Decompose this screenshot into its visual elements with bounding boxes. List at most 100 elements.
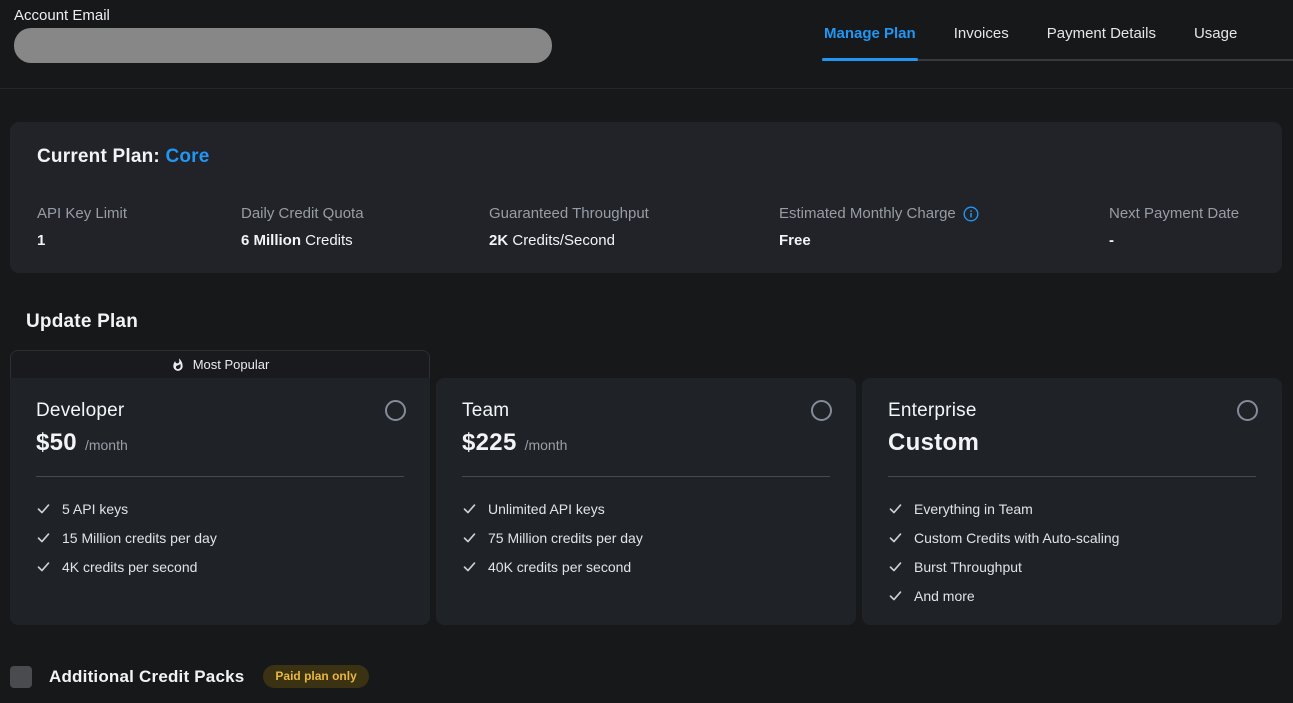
stat-value-suffix: Credits/Second	[508, 232, 615, 249]
plan-column-team: Team $225 /month Unlimited API keys 75 M…	[436, 350, 856, 625]
check-icon	[462, 530, 477, 545]
plan-feature-item: 15 Million credits per day	[36, 523, 404, 552]
tab-payment-details[interactable]: Payment Details	[1045, 0, 1158, 59]
plan-feature-text: Everything in Team	[914, 501, 1033, 517]
tab-invoices[interactable]: Invoices	[952, 0, 1011, 59]
stat-label-text: Next Payment Date	[1109, 205, 1239, 222]
plan-price-row: Custom	[888, 429, 1256, 457]
stat-label: Estimated Monthly Charge	[779, 205, 1109, 222]
current-plan-title-prefix: Current Plan:	[37, 146, 165, 167]
credit-packs-checkbox[interactable]	[10, 666, 32, 688]
plan-price: $225	[462, 429, 517, 457]
plan-price: Custom	[888, 429, 979, 457]
stat-value-strong: 6 Million	[241, 232, 301, 249]
plan-radio-button[interactable]	[1237, 400, 1258, 421]
check-icon	[888, 501, 903, 516]
stat-label: API Key Limit	[37, 205, 241, 222]
credit-packs-label: Additional Credit Packs	[49, 667, 244, 687]
plan-period: /month	[85, 437, 128, 453]
plan-feature-item: 4K credits per second	[36, 552, 404, 581]
stat-value: 1	[37, 232, 241, 249]
plan-card[interactable]: Developer $50 /month 5 API keys 15 Milli…	[10, 378, 430, 625]
plan-name: Team	[462, 400, 830, 422]
check-icon	[888, 559, 903, 574]
tab-usage[interactable]: Usage	[1192, 0, 1239, 59]
plan-feature-text: Unlimited API keys	[488, 501, 605, 517]
stat-label-text: Daily Credit Quota	[241, 205, 364, 222]
current-plan-stat: Estimated Monthly Charge Free	[779, 205, 1109, 249]
plan-name: Enterprise	[888, 400, 1256, 422]
plan-features-list: 5 API keys 15 Million credits per day 4K…	[36, 494, 404, 581]
plan-feature-text: 4K credits per second	[62, 559, 197, 575]
current-plan-card: Current Plan: Core API Key Limit 1 Daily…	[10, 122, 1282, 273]
plan-feature-item: Unlimited API keys	[462, 494, 830, 523]
check-icon	[36, 501, 51, 516]
check-icon	[462, 501, 477, 516]
plan-price-row: $225 /month	[462, 429, 830, 457]
plan-card[interactable]: Team $225 /month Unlimited API keys 75 M…	[436, 378, 856, 625]
account-email-label: Account Email	[14, 7, 552, 24]
check-icon	[462, 559, 477, 574]
stat-value: 2K Credits/Second	[489, 232, 779, 249]
stat-label: Next Payment Date	[1109, 205, 1239, 222]
plan-feature-text: 40K credits per second	[488, 559, 631, 575]
plan-feature-item: And more	[888, 581, 1256, 610]
account-email-input[interactable]	[14, 28, 552, 63]
plan-price: $50	[36, 429, 77, 457]
plan-column-developer: Most Popular Developer $50 /month 5 API …	[10, 350, 430, 625]
stat-value-strong: Free	[779, 232, 811, 249]
plan-price-row: $50 /month	[36, 429, 404, 457]
plan-feature-text: 75 Million credits per day	[488, 530, 643, 546]
plan-feature-text: And more	[914, 588, 975, 604]
plan-features-list: Everything in Team Custom Credits with A…	[888, 494, 1256, 610]
plan-feature-item: 5 API keys	[36, 494, 404, 523]
most-popular-label: Most Popular	[193, 357, 270, 372]
current-plan-title: Current Plan: Core	[37, 146, 1255, 168]
stat-value: -	[1109, 232, 1239, 249]
current-plan-stat: Daily Credit Quota 6 Million Credits	[241, 205, 489, 249]
stat-label: Daily Credit Quota	[241, 205, 489, 222]
plan-feature-item: 75 Million credits per day	[462, 523, 830, 552]
check-icon	[36, 559, 51, 574]
stat-label-text: Estimated Monthly Charge	[779, 205, 956, 222]
stat-value-strong: 2K	[489, 232, 508, 249]
stat-label: Guaranteed Throughput	[489, 205, 779, 222]
check-icon	[36, 530, 51, 545]
check-icon	[888, 530, 903, 545]
plan-column-enterprise: Enterprise Custom Everything in Team Cus…	[862, 350, 1282, 625]
stat-value: 6 Million Credits	[241, 232, 489, 249]
plan-divider	[36, 476, 404, 477]
current-plan-stat: API Key Limit 1	[37, 205, 241, 249]
header: Account Email Manage Plan Invoices Payme…	[0, 0, 1293, 89]
plan-period: /month	[525, 437, 568, 453]
credit-packs-row: Additional Credit Packs Paid plan only	[10, 665, 1293, 688]
current-plan-stat: Next Payment Date -	[1109, 205, 1239, 249]
plan-name: Developer	[36, 400, 404, 422]
plan-feature-text: 5 API keys	[62, 501, 128, 517]
account-email-block: Account Email	[14, 7, 552, 63]
plan-divider	[888, 476, 1256, 477]
stat-value-suffix: Credits	[301, 232, 353, 249]
stat-value-strong: 1	[37, 232, 45, 249]
tab-bar: Manage Plan Invoices Payment Details Usa…	[822, 0, 1293, 61]
plan-feature-item: Everything in Team	[888, 494, 1256, 523]
plan-feature-text: Custom Credits with Auto-scaling	[914, 530, 1119, 546]
plan-divider	[462, 476, 830, 477]
update-plan-heading: Update Plan	[26, 311, 1293, 333]
flame-icon	[171, 358, 185, 372]
current-plan-stat: Guaranteed Throughput 2K Credits/Second	[489, 205, 779, 249]
current-plan-stats: API Key Limit 1 Daily Credit Quota 6 Mil…	[37, 205, 1255, 249]
tab-manage-plan[interactable]: Manage Plan	[822, 0, 918, 59]
plan-feature-text: 15 Million credits per day	[62, 530, 217, 546]
plan-feature-text: Burst Throughput	[914, 559, 1022, 575]
plan-feature-item: Custom Credits with Auto-scaling	[888, 523, 1256, 552]
plan-card[interactable]: Enterprise Custom Everything in Team Cus…	[862, 378, 1282, 625]
plan-radio-button[interactable]	[385, 400, 406, 421]
stat-value: Free	[779, 232, 1109, 249]
paid-plan-only-badge: Paid plan only	[263, 665, 368, 688]
info-icon[interactable]	[963, 206, 979, 222]
plan-radio-button[interactable]	[811, 400, 832, 421]
plan-feature-item: 40K credits per second	[462, 552, 830, 581]
plan-features-list: Unlimited API keys 75 Million credits pe…	[462, 494, 830, 581]
plan-feature-item: Burst Throughput	[888, 552, 1256, 581]
